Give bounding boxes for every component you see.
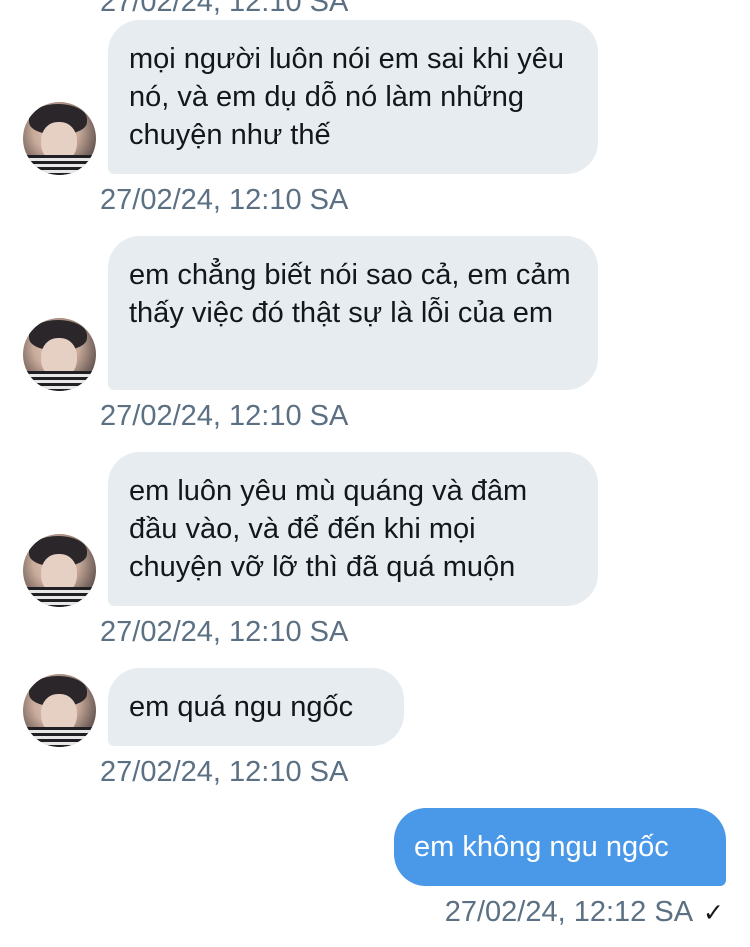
sender-avatar[interactable] [23, 102, 96, 175]
message-text: em quá ngu ngốc [129, 691, 354, 723]
message-timestamp: 27/02/24, 12:12 SA [444, 896, 694, 928]
message-text: mọi người luôn nói em sai khi yêu nó, và… [129, 43, 564, 151]
message-text: em không ngu ngốc [414, 831, 669, 863]
sender-avatar[interactable] [23, 674, 96, 747]
message-timestamp: 27/02/24, 12:10 SA [100, 400, 349, 432]
message-timestamp: 27/02/24, 12:10 SA [100, 756, 349, 788]
sender-avatar[interactable] [23, 318, 96, 391]
message-text: em chẳng biết nói sao cả, em cảm thấy vi… [129, 259, 571, 329]
previous-message-timestamp: 27/02/24, 12:10 SA [100, 0, 349, 18]
sender-avatar[interactable] [23, 534, 96, 607]
incoming-message-bubble[interactable]: em quá ngu ngốc [108, 668, 404, 746]
outgoing-message-bubble[interactable]: em không ngu ngốc [394, 808, 726, 886]
incoming-message-bubble[interactable]: em luôn yêu mù quáng và đâm đầu vào, và … [108, 452, 598, 606]
incoming-message-bubble[interactable]: mọi người luôn nói em sai khi yêu nó, và… [108, 20, 598, 174]
outgoing-message-meta: 27/02/24, 12:12 SA ✓ [445, 896, 724, 929]
message-timestamp: 27/02/24, 12:10 SA [100, 616, 349, 648]
incoming-message-bubble[interactable]: em chẳng biết nói sao cả, em cảm thấy vi… [108, 236, 598, 390]
check-icon: ✓ [703, 898, 724, 927]
message-text: em luôn yêu mù quáng và đâm đầu vào, và … [129, 475, 528, 583]
message-timestamp: 27/02/24, 12:10 SA [100, 184, 349, 216]
